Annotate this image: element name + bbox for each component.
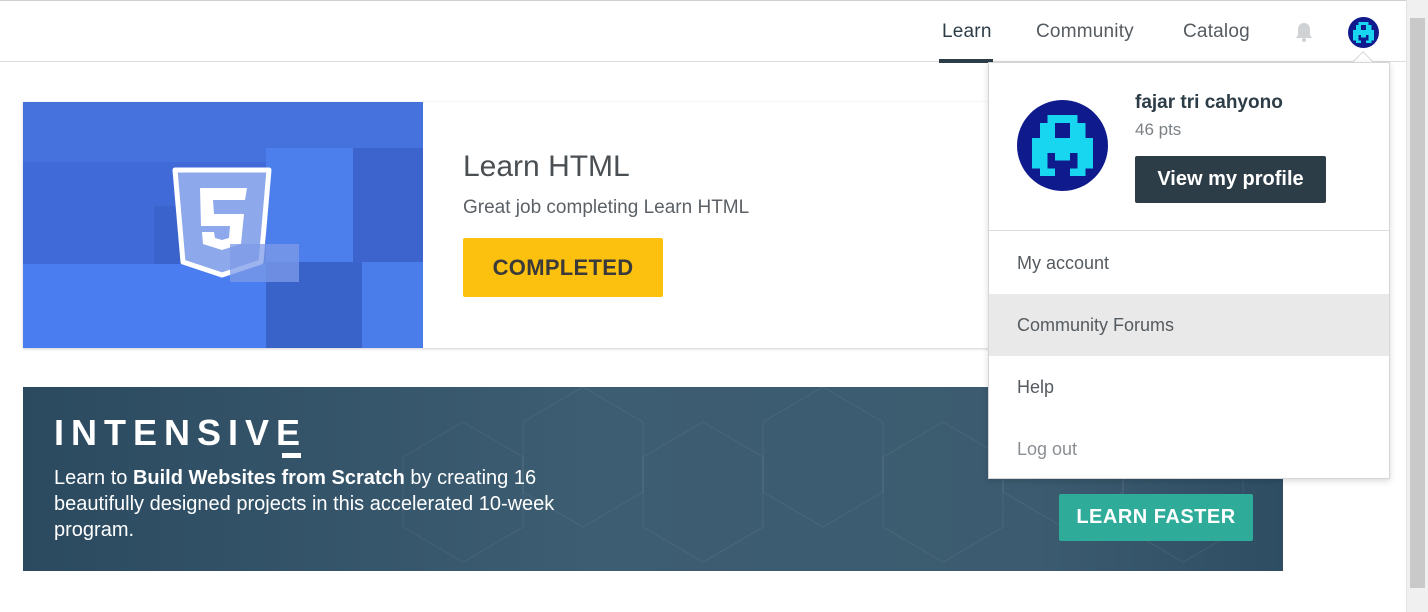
user-dropdown-menu: fajar tri cahyono 46 pts View my profile… xyxy=(988,62,1390,479)
top-nav-bar: Learn Community Catalog xyxy=(0,0,1406,63)
course-subtitle: Great job completing Learn HTML xyxy=(463,197,750,218)
completed-button[interactable]: COMPLETED xyxy=(463,238,663,297)
bell-icon[interactable] xyxy=(1293,21,1315,43)
menu-item-log-out[interactable]: Log out xyxy=(989,418,1389,480)
user-avatar-large xyxy=(1017,100,1108,191)
course-image xyxy=(23,102,423,348)
course-title[interactable]: Learn HTML xyxy=(463,150,630,184)
user-name: fajar tri cahyono xyxy=(1135,92,1283,113)
nav-community-link[interactable]: Community xyxy=(1036,21,1134,43)
page-scrollbar[interactable] xyxy=(1406,0,1428,612)
user-points: 46 pts xyxy=(1135,120,1182,139)
promo-text-start: Learn to xyxy=(54,467,133,489)
menu-item-help[interactable]: Help xyxy=(989,356,1389,418)
promo-description: Learn to Build Websites from Scratch by … xyxy=(54,465,574,543)
nav-catalog-link[interactable]: Catalog xyxy=(1183,21,1250,43)
course-card[interactable]: Learn HTML Great job completing Learn HT… xyxy=(23,102,1063,348)
scrollbar-thumb[interactable] xyxy=(1410,18,1425,588)
view-profile-button[interactable]: View my profile xyxy=(1135,156,1326,203)
user-avatar-button[interactable] xyxy=(1348,17,1379,48)
promo-title: INTENSIVE xyxy=(54,412,308,453)
promo-title-underline xyxy=(282,453,301,458)
promo-text-bold: Build Websites from Scratch xyxy=(132,467,405,489)
learn-faster-button[interactable]: LEARN FASTER xyxy=(1059,494,1253,541)
menu-item-my-account[interactable]: My account xyxy=(989,232,1389,294)
nav-learn-link[interactable]: Learn xyxy=(942,21,992,43)
dropdown-divider xyxy=(989,230,1389,231)
menu-item-community-forums[interactable]: Community Forums xyxy=(989,294,1389,356)
nav-active-indicator xyxy=(939,59,993,63)
